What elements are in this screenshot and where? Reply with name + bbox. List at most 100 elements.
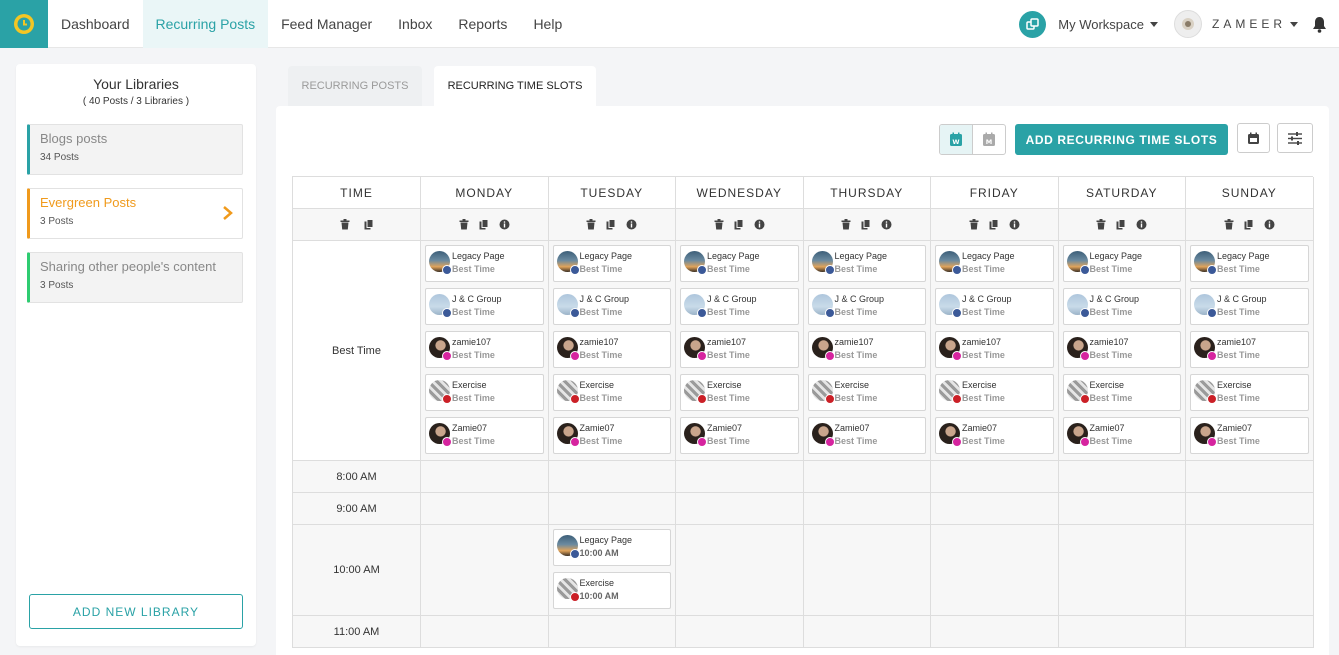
tab-recurring-posts[interactable]: RECURRING POSTS [288, 66, 422, 106]
nav-reports[interactable]: Reports [445, 0, 520, 48]
slot-cell[interactable] [1058, 525, 1186, 616]
trash-icon[interactable] [714, 219, 724, 230]
chevron-down-icon[interactable] [1290, 21, 1298, 27]
slot-cell[interactable] [548, 493, 676, 525]
post-slot-card[interactable]: Legacy Page Best Time [807, 245, 926, 282]
post-slot-card[interactable]: J & C Group Best Time [935, 288, 1054, 325]
post-slot-card[interactable]: J & C Group Best Time [1190, 288, 1309, 325]
info-icon[interactable] [1264, 219, 1275, 230]
trash-icon[interactable] [459, 219, 469, 230]
slot-cell[interactable] [1058, 461, 1186, 493]
avatar[interactable] [1173, 10, 1202, 38]
post-slot-card[interactable]: Zamie07 Best Time [680, 417, 799, 454]
post-slot-card[interactable]: Zamie07 Best Time [552, 417, 671, 454]
slot-cell[interactable] [803, 493, 931, 525]
workspace-icon[interactable] [1019, 10, 1047, 38]
copy-icon[interactable] [1244, 219, 1254, 230]
slot-cell[interactable] [931, 616, 1059, 648]
post-slot-card[interactable]: Legacy Page Best Time [1062, 245, 1181, 282]
workspace-dropdown[interactable]: My Workspace [1058, 17, 1144, 32]
post-slot-card[interactable]: Exercise Best Time [935, 374, 1054, 411]
slot-cell[interactable] [1186, 493, 1314, 525]
slot-cell[interactable]: Legacy Page 10:00 AM Exercise 10:00 AM [548, 525, 676, 616]
post-slot-card[interactable]: zamie107 Best Time [680, 331, 799, 368]
chevron-down-icon[interactable] [1149, 21, 1158, 27]
slot-cell[interactable] [931, 461, 1059, 493]
post-slot-card[interactable]: zamie107 Best Time [1062, 331, 1181, 368]
slot-cell[interactable] [676, 525, 804, 616]
info-icon[interactable] [499, 219, 510, 230]
trash-icon[interactable] [1096, 219, 1106, 230]
tab-recurring-time-slots[interactable]: RECURRING TIME SLOTS [434, 66, 596, 106]
month-view-button[interactable]: M [973, 125, 1005, 154]
post-slot-card[interactable]: Exercise Best Time [425, 374, 544, 411]
slot-cell[interactable] [1186, 461, 1314, 493]
post-slot-card[interactable]: Zamie07 Best Time [1190, 417, 1309, 454]
slot-cell[interactable] [803, 616, 931, 648]
post-slot-card[interactable]: Exercise Best Time [1190, 374, 1309, 411]
library-item-sharing-content[interactable]: Sharing other people's content 3 Posts [27, 252, 243, 303]
week-view-button[interactable]: W [940, 125, 973, 154]
library-item-blogs-posts[interactable]: Blogs posts 34 Posts [27, 124, 243, 175]
app-logo[interactable] [0, 0, 48, 48]
post-slot-card[interactable]: Exercise Best Time [552, 374, 671, 411]
info-icon[interactable] [1009, 219, 1020, 230]
bell-icon[interactable] [1312, 16, 1327, 33]
slot-cell[interactable] [803, 461, 931, 493]
nav-help[interactable]: Help [520, 0, 575, 48]
filter-button[interactable] [1277, 123, 1313, 153]
slot-cell[interactable] [1058, 616, 1186, 648]
post-slot-card[interactable]: Zamie07 Best Time [1062, 417, 1181, 454]
post-slot-card[interactable]: Legacy Page 10:00 AM [552, 529, 671, 566]
post-slot-card[interactable]: Legacy Page Best Time [680, 245, 799, 282]
calendar-settings-button[interactable] [1237, 123, 1270, 153]
copy-icon[interactable] [734, 219, 744, 230]
post-slot-card[interactable]: Exercise 10:00 AM [552, 572, 671, 609]
slot-cell[interactable] [421, 616, 549, 648]
info-icon[interactable] [626, 219, 637, 230]
add-recurring-time-slots-button[interactable]: ADD RECURRING TIME SLOTS [1015, 124, 1228, 155]
add-new-library-button[interactable]: ADD NEW LIBRARY [29, 594, 243, 629]
post-slot-card[interactable]: J & C Group Best Time [1062, 288, 1181, 325]
slot-cell[interactable] [803, 525, 931, 616]
slot-cell[interactable] [676, 461, 804, 493]
info-icon[interactable] [754, 219, 765, 230]
trash-icon[interactable] [586, 219, 596, 230]
copy-icon[interactable] [606, 219, 616, 230]
copy-icon[interactable] [364, 219, 374, 230]
info-icon[interactable] [1136, 219, 1147, 230]
slot-cell[interactable] [421, 525, 549, 616]
post-slot-card[interactable]: J & C Group Best Time [680, 288, 799, 325]
copy-icon[interactable] [861, 219, 871, 230]
copy-icon[interactable] [989, 219, 999, 230]
post-slot-card[interactable]: Zamie07 Best Time [807, 417, 926, 454]
post-slot-card[interactable]: Legacy Page Best Time [425, 245, 544, 282]
copy-icon[interactable] [479, 219, 489, 230]
post-slot-card[interactable]: J & C Group Best Time [552, 288, 671, 325]
slot-cell[interactable] [548, 461, 676, 493]
post-slot-card[interactable]: Legacy Page Best Time [935, 245, 1054, 282]
slot-cell[interactable] [421, 461, 549, 493]
post-slot-card[interactable]: Exercise Best Time [807, 374, 926, 411]
trash-icon[interactable] [340, 219, 350, 230]
post-slot-card[interactable]: Zamie07 Best Time [425, 417, 544, 454]
post-slot-card[interactable]: J & C Group Best Time [425, 288, 544, 325]
nav-feed-manager[interactable]: Feed Manager [268, 0, 385, 48]
slot-cell[interactable] [676, 493, 804, 525]
user-name[interactable]: ZAMEER [1212, 17, 1286, 31]
post-slot-card[interactable]: Legacy Page Best Time [552, 245, 671, 282]
slot-cell[interactable] [1058, 493, 1186, 525]
slot-cell[interactable] [1186, 616, 1314, 648]
post-slot-card[interactable]: zamie107 Best Time [935, 331, 1054, 368]
post-slot-card[interactable]: Exercise Best Time [1062, 374, 1181, 411]
nav-dashboard[interactable]: Dashboard [48, 0, 143, 48]
slot-cell[interactable] [931, 525, 1059, 616]
slot-cell[interactable] [421, 493, 549, 525]
nav-recurring-posts[interactable]: Recurring Posts [142, 0, 269, 48]
post-slot-card[interactable]: zamie107 Best Time [807, 331, 926, 368]
copy-icon[interactable] [1116, 219, 1126, 230]
slot-cell[interactable] [931, 493, 1059, 525]
post-slot-card[interactable]: Zamie07 Best Time [935, 417, 1054, 454]
post-slot-card[interactable]: zamie107 Best Time [425, 331, 544, 368]
post-slot-card[interactable]: J & C Group Best Time [807, 288, 926, 325]
